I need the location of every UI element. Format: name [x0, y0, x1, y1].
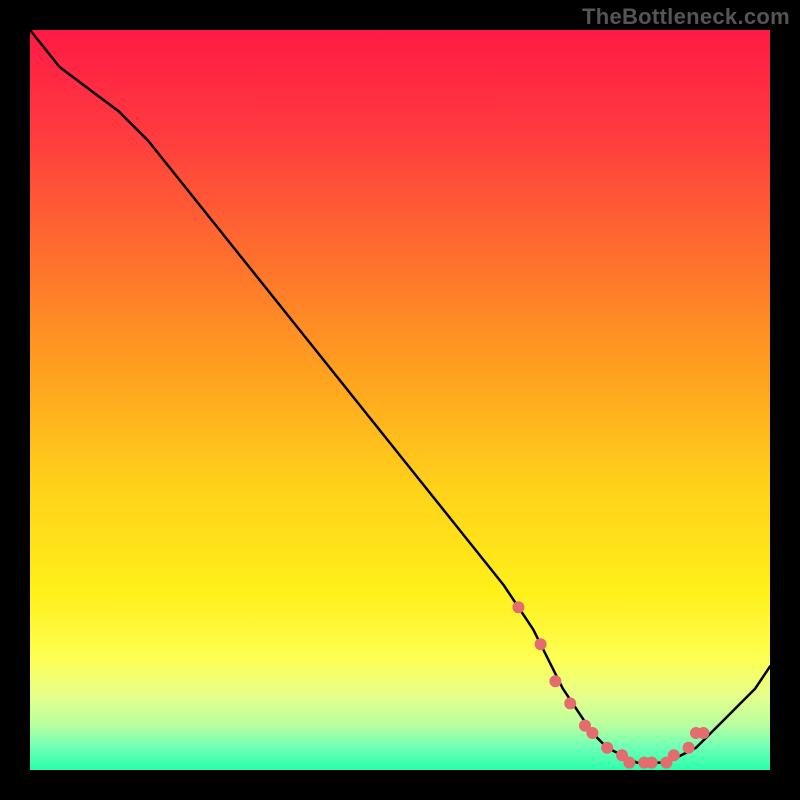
chart-frame: TheBottleneck.com — [0, 0, 800, 800]
highlight-marker — [623, 757, 635, 769]
curve-svg — [30, 30, 770, 770]
highlight-marker — [535, 638, 547, 650]
marker-group — [512, 601, 709, 768]
highlight-marker — [683, 742, 695, 754]
highlight-marker — [646, 757, 658, 769]
highlight-marker — [601, 742, 613, 754]
highlight-marker — [549, 675, 561, 687]
highlight-marker — [512, 601, 524, 613]
highlight-marker — [668, 749, 680, 761]
highlight-marker — [564, 697, 576, 709]
curve-line — [30, 30, 770, 763]
highlight-marker — [586, 727, 598, 739]
watermark-text: TheBottleneck.com — [582, 4, 790, 30]
highlight-marker — [697, 727, 709, 739]
plot-area — [30, 30, 770, 770]
